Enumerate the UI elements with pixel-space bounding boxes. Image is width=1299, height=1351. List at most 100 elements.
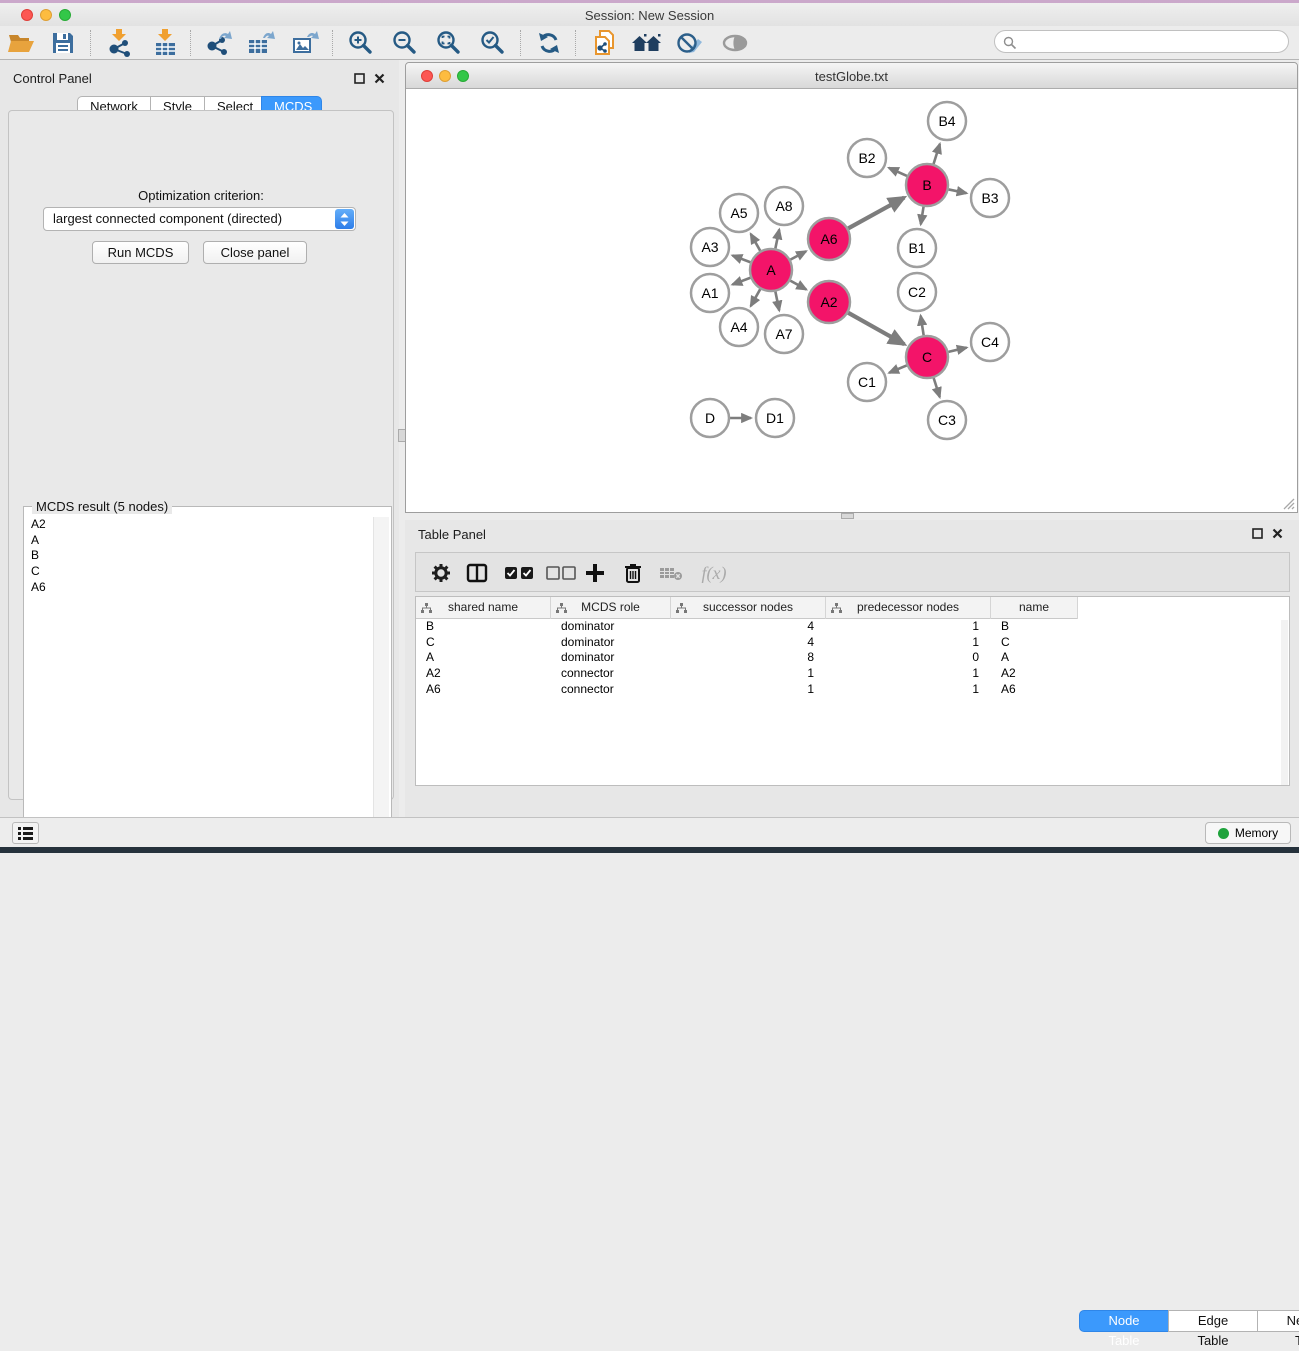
column-view-button[interactable] [464, 561, 490, 585]
graph-node-B2[interactable]: B2 [848, 139, 886, 177]
table-row[interactable]: Bdominator41B [416, 619, 1291, 635]
tab-node-table[interactable]: Node Table [1079, 1310, 1169, 1332]
column-header-predecessor-nodes[interactable]: predecessor nodes [826, 597, 991, 619]
resize-grip-icon[interactable] [1282, 497, 1295, 510]
graph-edge-C-C1[interactable] [889, 365, 907, 372]
function-builder-button[interactable]: f(x) [694, 561, 734, 585]
delete-column-button[interactable] [620, 561, 646, 585]
table-row[interactable]: A2connector11A2 [416, 666, 1291, 682]
table-cell[interactable]: 8 [671, 650, 826, 666]
graph-edge-B-B4[interactable] [934, 144, 940, 164]
graph-edge-B-B3[interactable] [949, 189, 967, 193]
graph-node-D1[interactable]: D1 [756, 399, 794, 437]
graph-node-C2[interactable]: C2 [898, 273, 936, 311]
mcds-result-item[interactable]: C [26, 564, 371, 580]
table-cell[interactable]: connector [551, 666, 671, 682]
table-cell[interactable]: 4 [671, 635, 826, 651]
import-table-button[interactable] [148, 28, 182, 58]
float-table-panel-icon[interactable] [1252, 528, 1263, 539]
graph-edge-A-A7[interactable] [775, 292, 779, 311]
table-cell[interactable]: 1 [826, 619, 991, 635]
mcds-result-scrollbar[interactable] [373, 517, 389, 843]
graph-edge-A-A8[interactable] [775, 230, 779, 249]
graph-edge-A-A4[interactable] [751, 289, 760, 306]
column-header-successor-nodes[interactable]: successor nodes [671, 597, 826, 619]
zoom-selected-button[interactable] [476, 28, 510, 58]
table-cell[interactable]: A2 [991, 666, 1078, 682]
close-panel-button[interactable]: Close panel [203, 241, 307, 264]
table-settings-button[interactable] [428, 561, 454, 585]
graph-node-A6[interactable]: A6 [808, 218, 850, 260]
zoom-fit-button[interactable] [432, 28, 466, 58]
graph-edge-A-A2[interactable] [790, 281, 806, 290]
select-all-button[interactable] [502, 561, 536, 585]
graph-node-B[interactable]: B [906, 164, 948, 206]
network-window-titlebar[interactable]: testGlobe.txt [406, 63, 1297, 89]
graph-edge-B-B2[interactable] [889, 168, 907, 176]
graph-edge-C-C3[interactable] [934, 378, 940, 397]
network-graph-canvas[interactable]: B4B2BB3B1A5A8A3A6AA1A2C2A4A7CC4C1C3DD1 [406, 90, 1297, 513]
close-table-panel-icon[interactable] [1272, 528, 1283, 539]
table-row[interactable]: Cdominator41C [416, 635, 1291, 651]
column-header-name[interactable]: name [991, 597, 1078, 619]
graph-edge-A-A3[interactable] [732, 255, 750, 262]
memory-button[interactable]: Memory [1205, 822, 1291, 844]
graph-node-B1[interactable]: B1 [898, 229, 936, 267]
table-cell[interactable]: dominator [551, 650, 671, 666]
mcds-result-item[interactable]: A6 [26, 580, 371, 596]
graph-node-B4[interactable]: B4 [928, 102, 966, 140]
tab-edge-table[interactable]: Edge Table [1168, 1310, 1258, 1332]
graph-edge-C-C2[interactable] [921, 316, 924, 336]
table-cell[interactable]: 1 [826, 635, 991, 651]
column-header-MCDS-role[interactable]: MCDS role [551, 597, 671, 619]
graph-edge-A-A5[interactable] [751, 234, 760, 251]
table-cell[interactable]: 1 [826, 666, 991, 682]
column-header-shared-name[interactable]: shared name [416, 597, 551, 619]
zoom-out-button[interactable] [388, 28, 422, 58]
close-panel-icon[interactable] [374, 73, 385, 84]
graph-node-D[interactable]: D [691, 399, 729, 437]
graph-node-A[interactable]: A [750, 249, 792, 291]
table-cell[interactable]: connector [551, 682, 671, 698]
mcds-result-item[interactable]: B [26, 548, 371, 564]
delete-table-button[interactable] [658, 561, 684, 585]
tab-network-table[interactable]: Network Table [1257, 1310, 1299, 1332]
graph-node-A3[interactable]: A3 [691, 228, 729, 266]
open-session-button[interactable] [4, 28, 38, 58]
graph-edge-C-C4[interactable] [948, 348, 966, 352]
horizontal-divider-handle[interactable] [841, 513, 854, 519]
table-row[interactable]: A6connector11A6 [416, 682, 1291, 698]
graph-edge-B-B1[interactable] [921, 207, 924, 225]
table-cell[interactable]: 1 [826, 682, 991, 698]
mcds-result-item[interactable]: A [26, 533, 371, 549]
table-cell[interactable]: 0 [826, 650, 991, 666]
table-cell[interactable]: A [416, 650, 551, 666]
export-network-button[interactable] [202, 28, 236, 58]
graph-node-A7[interactable]: A7 [765, 315, 803, 353]
import-network-button[interactable] [102, 28, 136, 58]
graph-node-A1[interactable]: A1 [691, 274, 729, 312]
toggle-visibility-button[interactable] [718, 28, 752, 58]
task-history-button[interactable] [12, 822, 39, 844]
graph-node-C1[interactable]: C1 [848, 363, 886, 401]
graph-node-C4[interactable]: C4 [971, 323, 1009, 361]
export-table-button[interactable] [244, 28, 278, 58]
optimization-criterion-select[interactable]: largest connected component (directed) [43, 207, 356, 231]
table-cell[interactable]: C [991, 635, 1078, 651]
table-cell[interactable]: 4 [671, 619, 826, 635]
table-cell[interactable]: 1 [671, 666, 826, 682]
clone-network-button[interactable] [588, 28, 622, 58]
table-cell[interactable]: C [416, 635, 551, 651]
table-cell[interactable]: A2 [416, 666, 551, 682]
table-scrollbar[interactable] [1281, 620, 1288, 785]
run-mcds-button[interactable]: Run MCDS [92, 241, 189, 264]
graph-node-A2[interactable]: A2 [808, 281, 850, 323]
table-cell[interactable]: B [991, 619, 1078, 635]
table-cell[interactable]: A6 [991, 682, 1078, 698]
graph-edge-A-A1[interactable] [732, 278, 750, 285]
graph-edge-A6-B[interactable] [848, 198, 904, 229]
save-session-button[interactable] [46, 28, 80, 58]
table-cell[interactable]: A [991, 650, 1078, 666]
graph-edge-A-A6[interactable] [790, 251, 806, 259]
graph-node-C3[interactable]: C3 [928, 401, 966, 439]
